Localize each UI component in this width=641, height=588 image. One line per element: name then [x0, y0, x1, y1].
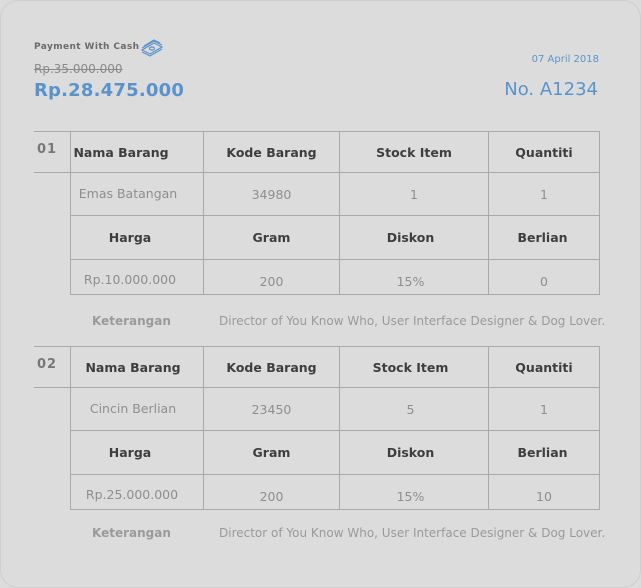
value-diskon: 15% [396, 273, 425, 289]
value-harga: Rp.10.000.000 [83, 271, 177, 287]
header-kode-barang: Kode Barang [226, 359, 317, 375]
value-kode-barang: 23450 [251, 401, 292, 417]
value-nama-barang: Emas Batangan [78, 185, 178, 201]
value-diskon: 15% [396, 488, 425, 504]
value-berlian: 0 [540, 273, 548, 289]
divider [599, 346, 600, 510]
invoice-card: Payment With Cash Rp.35.000.000 Rp.28.47… [0, 0, 641, 588]
note-label: Keterangan [92, 314, 171, 328]
note-value: Director of You Know Who, User Interface… [219, 526, 606, 540]
payment-method-label: Payment With Cash [34, 42, 140, 52]
value-berlian: 10 [536, 488, 552, 504]
invoice-date: 07 April 2018 [531, 54, 599, 65]
value-harga: Rp.25.000.000 [85, 486, 179, 502]
value-stock-item: 5 [406, 401, 415, 417]
item-index: 02 [37, 357, 58, 372]
cash-stack-icon [140, 39, 164, 57]
value-gram: 200 [259, 273, 284, 289]
header-stock-item: Stock Item [372, 359, 449, 375]
header-nama-barang: Nama Barang [85, 359, 181, 375]
divider [599, 131, 600, 295]
header-gram: Gram [252, 230, 291, 245]
value-nama-barang: Cincin Berlian [89, 400, 177, 416]
note-value: Director of You Know Who, User Interface… [219, 314, 606, 328]
header-harga: Harga [108, 445, 152, 460]
value-gram: 200 [259, 488, 284, 504]
invoice-number: No. A1234 [504, 79, 598, 100]
final-price: Rp.28.475.000 [34, 80, 185, 101]
header-nama-barang: Nama Barang [73, 144, 169, 160]
value-stock-item: 1 [410, 186, 418, 202]
value-quantiti: 1 [540, 401, 548, 417]
header-gram: Gram [252, 445, 291, 460]
header-quantiti: Quantiti [515, 144, 573, 160]
header-diskon: Diskon [386, 445, 435, 460]
note-label: Keterangan [92, 526, 171, 540]
value-quantiti: 1 [540, 186, 548, 202]
header-stock-item: Stock Item [376, 144, 452, 160]
header-berlian: Berlian [517, 230, 568, 245]
header-berlian: Berlian [517, 445, 568, 460]
item-index: 01 [37, 142, 58, 157]
value-kode-barang: 34980 [251, 186, 292, 202]
header-quantiti: Quantiti [515, 359, 573, 375]
header-diskon: Diskon [386, 230, 435, 245]
header-kode-barang: Kode Barang [226, 144, 317, 160]
original-price: Rp.35.000.000 [34, 62, 123, 76]
header-harga: Harga [108, 230, 152, 245]
